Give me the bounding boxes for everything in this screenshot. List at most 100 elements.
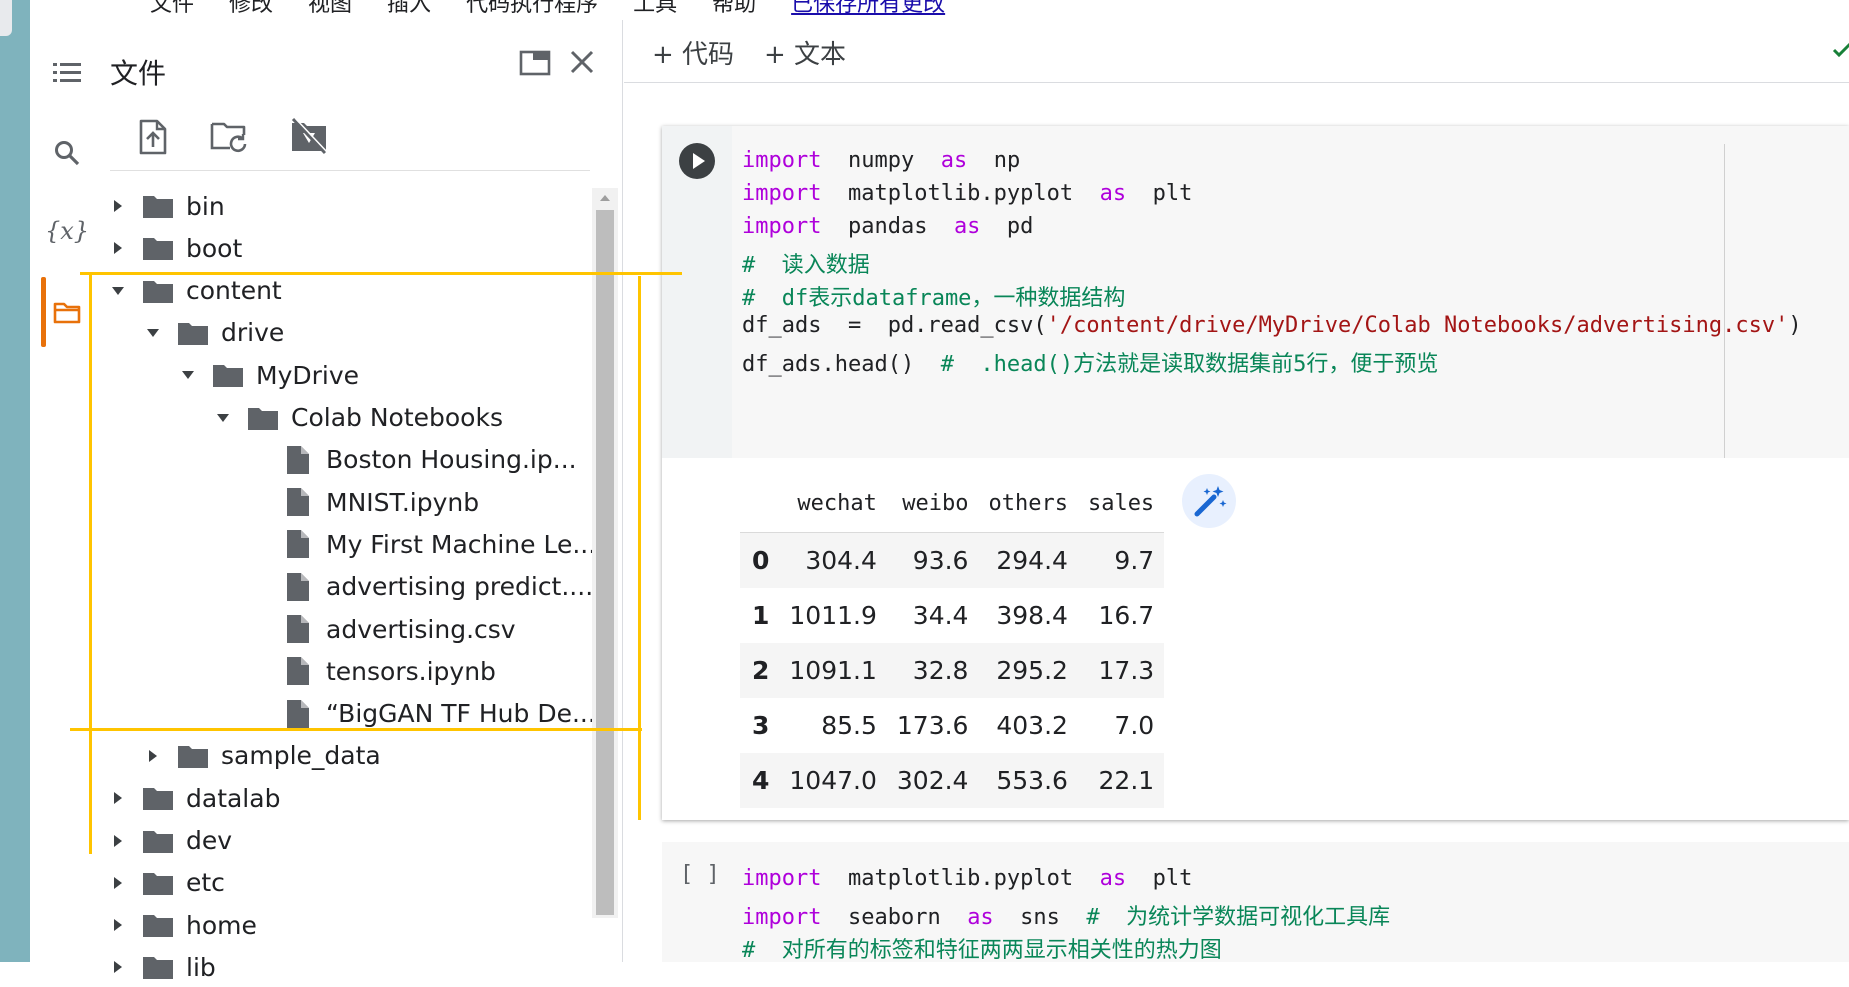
menu-help[interactable]: 帮助 xyxy=(712,0,756,17)
code-line: import pandas as pd xyxy=(742,214,1033,239)
tree-item-label: “BigGAN TF Hub De... xyxy=(326,699,596,729)
menu-edit[interactable]: 修改 xyxy=(229,0,273,17)
tree-folder-row[interactable]: lib xyxy=(108,947,216,987)
tree-file-row[interactable]: Boston Housing.ip... xyxy=(248,440,577,480)
tree-file-row[interactable]: advertising predict.... xyxy=(248,567,593,607)
tree-item-label: advertising predict.... xyxy=(326,572,594,602)
column-header: weibo xyxy=(886,480,979,533)
tree-file-row[interactable]: My First Machine Le... xyxy=(248,524,596,564)
code-text: plt xyxy=(1126,181,1193,206)
cell-run-bracket[interactable]: [ ] xyxy=(680,862,720,887)
caret-right-icon[interactable] xyxy=(143,746,163,766)
table-cell: 304.4 xyxy=(779,532,887,588)
code-line: import numpy as np xyxy=(742,148,1020,173)
caret-right-icon[interactable] xyxy=(108,957,128,977)
tree-file-row[interactable]: MNIST.ipynb xyxy=(248,482,479,522)
annotation-line-right xyxy=(638,276,641,820)
tree-item-label: Colab Notebooks xyxy=(291,403,503,432)
code-line: df_ads.head() # .head()方法就是读取数据集前5行，便于预览 xyxy=(742,346,1438,378)
code-text: df_ads.head() xyxy=(742,352,941,377)
code-text: matplotlib.pyplot xyxy=(821,866,1100,891)
tree-folder-row[interactable]: Colab Notebooks xyxy=(213,398,503,438)
menu-file[interactable]: 文件 xyxy=(150,0,194,17)
code-keyword: import xyxy=(742,905,822,930)
tree-folder-row[interactable]: etc xyxy=(108,863,225,903)
table-cell: 34.4 xyxy=(912,601,969,630)
open-in-tab-icon[interactable] xyxy=(518,48,552,78)
unmount-drive-icon[interactable] xyxy=(288,116,330,156)
code-comment: # df表示dataframe，一种数据结构 xyxy=(742,286,1126,311)
code-line: # df表示dataframe，一种数据结构 xyxy=(742,280,1125,312)
caret-down-icon[interactable] xyxy=(143,323,163,343)
row-index: 3 xyxy=(752,711,770,740)
folder-icon xyxy=(177,743,209,769)
tree-folder-row[interactable]: boot xyxy=(108,228,242,268)
folder-icon xyxy=(142,912,174,938)
caret-right-icon[interactable] xyxy=(108,915,128,935)
tree-folder-row[interactable]: bin xyxy=(108,186,225,226)
tree-item-label: etc xyxy=(186,868,225,898)
tree-folder-row[interactable]: drive xyxy=(143,313,284,353)
tree-folder-row[interactable]: MyDrive xyxy=(178,355,359,395)
table-cell: 398.4 xyxy=(996,601,1068,630)
folder-icon xyxy=(212,362,244,388)
panel-divider xyxy=(110,170,590,171)
code-comment: # 对所有的标签和特征两两显示相关性的热力图 xyxy=(742,938,1222,963)
save-status-link[interactable]: 已保存所有更改 xyxy=(791,0,945,17)
table-cell: 403.2 xyxy=(996,711,1068,740)
table-row: 3 85.5 173.6 403.2 7.0 xyxy=(740,698,1164,753)
search-icon[interactable] xyxy=(50,136,84,170)
magic-wand-icon xyxy=(1194,486,1227,517)
menu-tools[interactable]: 工具 xyxy=(633,0,677,17)
tree-item-label: content xyxy=(186,276,282,306)
caret-right-icon[interactable] xyxy=(108,788,128,808)
folder-icon xyxy=(142,828,174,854)
caret-right-icon[interactable] xyxy=(108,196,128,216)
tree-item-label: My First Machine Le... xyxy=(326,529,597,559)
caret-down-icon[interactable] xyxy=(108,281,128,301)
add-text-button[interactable]: + 文本 xyxy=(764,34,846,71)
folder-icon xyxy=(142,278,174,304)
code-keyword: as xyxy=(953,214,981,239)
table-cell: 295.2 xyxy=(978,643,1078,698)
caret-down-icon[interactable] xyxy=(213,408,233,428)
tree-file-row[interactable]: tensors.ipynb xyxy=(248,651,496,691)
scroll-up-arrow-icon[interactable] xyxy=(596,190,614,206)
tree-file-row[interactable]: advertising.csv xyxy=(248,609,516,649)
caret-right-icon[interactable] xyxy=(108,238,128,258)
caret-right-icon[interactable] xyxy=(108,831,128,851)
refresh-folder-icon[interactable] xyxy=(210,118,250,156)
caret-down-icon[interactable] xyxy=(178,365,198,385)
code-text: plt xyxy=(1126,866,1193,891)
editor-ruler xyxy=(1724,144,1725,458)
tree-folder-row[interactable]: sample_data xyxy=(143,736,381,776)
add-code-button[interactable]: + 代码 xyxy=(652,34,734,71)
table-cell: 22.1 xyxy=(1077,753,1165,808)
file-icon xyxy=(282,530,314,559)
upload-file-icon[interactable] xyxy=(136,118,170,156)
run-cell-button[interactable] xyxy=(679,143,715,179)
tree-folder-row[interactable]: dev xyxy=(108,821,232,861)
annotation-line-left xyxy=(89,272,92,854)
code-text: sns xyxy=(993,905,1087,930)
tree-item-label: MyDrive xyxy=(256,360,360,390)
table-cell: 9.7 xyxy=(1077,532,1165,588)
table-row: 2 1091.1 32.8 295.2 17.3 xyxy=(740,643,1165,698)
scrollbar-thumb[interactable] xyxy=(596,210,614,915)
menu-view[interactable]: 视图 xyxy=(308,0,352,17)
tree-folder-row[interactable]: content xyxy=(108,271,282,311)
caret-right-icon[interactable] xyxy=(108,873,128,893)
close-icon[interactable] xyxy=(566,46,598,78)
file-icon xyxy=(282,699,314,728)
menu-runtime[interactable]: 代码执行程序 xyxy=(466,0,598,17)
code-keyword: as xyxy=(967,905,994,930)
files-folder-icon[interactable] xyxy=(50,296,84,330)
variables-icon[interactable]: {x} xyxy=(45,214,89,248)
code-keyword: as xyxy=(1099,866,1127,891)
menu-insert[interactable]: 插入 xyxy=(387,0,431,17)
suggest-charts-button[interactable] xyxy=(1182,474,1236,528)
tree-folder-row[interactable]: datalab xyxy=(108,778,280,818)
table-of-contents-icon[interactable] xyxy=(50,56,84,90)
tree-item-label: sample_data xyxy=(221,741,381,771)
tree-folder-row[interactable]: home xyxy=(108,905,257,945)
